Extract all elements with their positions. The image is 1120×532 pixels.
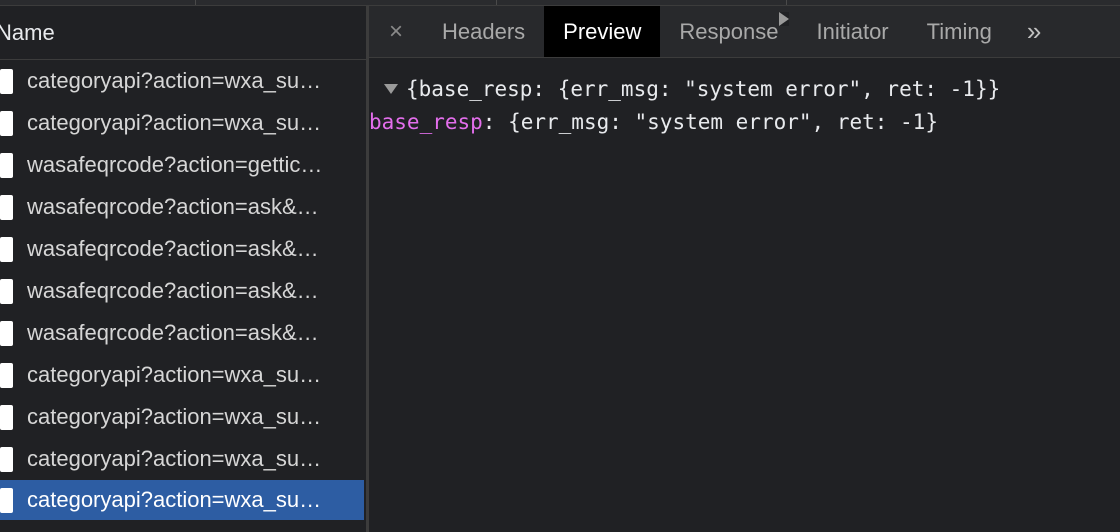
request-name: categoryapi?action=wxa_su… — [27, 446, 322, 471]
document-icon — [0, 446, 13, 472]
request-row-selected[interactable]: categoryapi?action=wxa_su… — [0, 480, 364, 520]
column-divider — [786, 0, 787, 5]
request-name: wasafeqrcode?action=gettic… — [27, 152, 323, 177]
tab-headers[interactable]: Headers — [423, 6, 544, 57]
request-name: categoryapi?action=wxa_su… — [27, 404, 322, 429]
name-column-label: Name — [0, 19, 55, 45]
request-name: wasafeqrcode?action=ask&… — [27, 194, 319, 219]
collapse-triangle-icon[interactable] — [779, 12, 789, 26]
document-icon — [0, 152, 13, 178]
details-panel: × Headers Preview Response Initiator Tim… — [369, 6, 1120, 532]
expand-triangle-icon[interactable] — [384, 83, 398, 94]
request-name: wasafeqrcode?action=ask&… — [27, 236, 319, 261]
json-value: {err_msg: "system error", ret: -1} — [508, 109, 938, 134]
name-column-header[interactable]: Name — [0, 6, 366, 60]
document-icon — [0, 278, 13, 304]
json-root-summary: {base_resp: {err_msg: "system error", re… — [406, 76, 1001, 101]
request-name: wasafeqrcode?action=ask&… — [27, 278, 319, 303]
tab-timing[interactable]: Timing — [908, 6, 1011, 57]
more-tabs-icon[interactable]: » — [1011, 6, 1057, 57]
request-row[interactable]: wasafeqrcode?action=ask&… — [0, 270, 366, 312]
request-name: categoryapi?action=wxa_su… — [27, 362, 322, 387]
document-icon — [0, 68, 13, 94]
document-icon — [0, 487, 13, 513]
request-row[interactable]: wasafeqrcode?action=ask&… — [0, 186, 366, 228]
tab-initiator[interactable]: Initiator — [797, 6, 907, 57]
document-icon — [0, 320, 13, 346]
document-icon — [0, 110, 13, 136]
json-separator: : — [482, 109, 509, 134]
json-preview: {base_resp: {err_msg: "system error", re… — [369, 12, 1120, 138]
json-root-line[interactable]: {base_resp: {err_msg: "system error", re… — [369, 72, 1120, 105]
request-list-panel: Name categoryapi?action=wxa_su… category… — [0, 6, 366, 532]
request-row[interactable]: categoryapi?action=wxa_su… — [0, 396, 366, 438]
request-row[interactable]: wasafeqrcode?action=gettic… — [0, 144, 366, 186]
json-child-line[interactable]: base_resp: {err_msg: "system error", ret… — [369, 12, 1120, 138]
tab-preview[interactable]: Preview — [544, 6, 661, 57]
column-divider — [496, 0, 497, 5]
request-rows: categoryapi?action=wxa_su… categoryapi?a… — [0, 60, 366, 520]
document-icon — [0, 404, 13, 430]
column-divider — [195, 0, 196, 5]
document-icon — [0, 194, 13, 220]
request-name: categoryapi?action=wxa_su… — [27, 487, 322, 512]
tab-response[interactable]: Response — [660, 6, 797, 57]
request-row[interactable]: categoryapi?action=wxa_su… — [0, 60, 366, 102]
request-row[interactable]: categoryapi?action=wxa_su… — [0, 102, 366, 144]
close-icon[interactable]: × — [369, 6, 423, 57]
details-tab-bar: × Headers Preview Response Initiator Tim… — [369, 6, 1120, 58]
request-row[interactable]: wasafeqrcode?action=ask&… — [0, 312, 366, 354]
request-name: categoryapi?action=wxa_su… — [27, 68, 322, 93]
request-row[interactable]: wasafeqrcode?action=ask&… — [0, 228, 366, 270]
request-row[interactable]: categoryapi?action=wxa_su… — [0, 354, 366, 396]
json-key: base_resp — [369, 109, 483, 134]
request-row[interactable]: categoryapi?action=wxa_su… — [0, 438, 366, 480]
request-name: categoryapi?action=wxa_su… — [27, 110, 322, 135]
request-name: wasafeqrcode?action=ask&… — [27, 320, 319, 345]
document-icon — [0, 236, 13, 262]
document-icon — [0, 362, 13, 388]
